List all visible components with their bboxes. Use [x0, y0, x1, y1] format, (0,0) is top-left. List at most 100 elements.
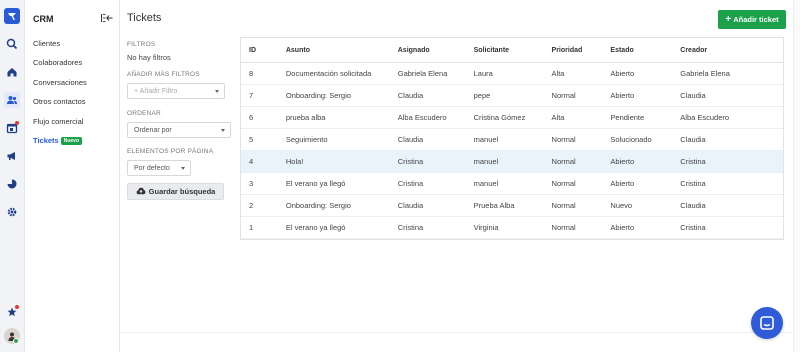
cell-id: 1 [241, 216, 278, 239]
cell-asignado: Alba Escudero [389, 106, 466, 129]
column-header-estado[interactable]: Estado [602, 38, 673, 63]
chat-support-button[interactable] [751, 307, 783, 339]
cell-prioridad: Normal [543, 216, 603, 239]
cell-estado: Solucionado [602, 128, 673, 151]
cell-asunto: Hola! [277, 150, 390, 173]
search-icon[interactable] [4, 36, 20, 52]
collapse-sidebar-icon[interactable] [101, 13, 113, 23]
order-select[interactable]: Ordenar por [127, 122, 231, 138]
cell-id: 5 [241, 128, 278, 151]
cell-prioridad: Normal [543, 150, 603, 173]
cell-id: 3 [241, 172, 278, 195]
cell-asignado: Cristina [389, 172, 466, 195]
save-search-label: Guardar búsqueda [148, 187, 216, 196]
cell-solicitante: manuel [465, 172, 544, 195]
cell-asignado: Gabriela Elena [389, 62, 466, 85]
pie-chart-icon[interactable] [4, 176, 20, 192]
cell-estado: Abierto [602, 150, 673, 173]
column-header-asunto[interactable]: Asunto [277, 38, 390, 63]
cell-id: 2 [241, 194, 278, 217]
table-row[interactable]: 3 El verano ya llegó Cristina manuel Normal A… [241, 172, 783, 195]
items-per-page-heading: ELEMENTOS POR PÁGINA [127, 148, 214, 155]
cell-creador: Cristina [672, 216, 783, 239]
add-ticket-label: Añadir ticket [733, 15, 779, 24]
order-heading: ORDENAR [127, 110, 161, 117]
page-title: Tickets [127, 12, 162, 24]
add-filter-placeholder: + Añadir Filtro [134, 87, 178, 95]
cell-estado: Abierto [602, 62, 673, 85]
settings-icon[interactable] [4, 204, 20, 220]
column-header-creador[interactable]: Creador [672, 38, 783, 63]
sidebar-item-conversaciones[interactable]: Conversaciones [33, 78, 87, 87]
avatar[interactable] [4, 328, 20, 344]
add-filter-select[interactable]: + Añadir Filtro [127, 83, 225, 99]
cell-creador: Claudia [672, 194, 783, 217]
calendar-icon[interactable] [4, 120, 20, 136]
column-header-asignado[interactable]: Asignado [389, 38, 466, 63]
cell-prioridad: Normal [543, 84, 603, 107]
crm-sidebar: CRM Clientes Colaboradores Conversacione… [25, 0, 120, 352]
star-icon[interactable] [4, 304, 20, 320]
cell-asignado: Claudia [389, 128, 466, 151]
cell-solicitante: manuel [465, 150, 544, 173]
chevron-down-icon [221, 129, 225, 132]
cell-estado: Nuevo [602, 194, 673, 217]
sidebar-item-flujo-comercial[interactable]: Flujo comercial [33, 117, 83, 126]
new-badge: Nuevo [60, 137, 82, 145]
sidebar-item-otros-contactos[interactable]: Otros contactos [33, 97, 86, 106]
cell-creador: Gabriela Elena [672, 62, 783, 85]
table-row[interactable]: 8 Documentación solicitada Gabriela Elena L… [241, 62, 783, 85]
column-header-prioridad[interactable]: Prioridad [543, 38, 603, 63]
chevron-down-icon [181, 167, 185, 170]
megaphone-icon[interactable] [4, 148, 20, 164]
cell-id: 8 [241, 62, 278, 85]
notification-dot [15, 121, 19, 125]
chevron-down-icon [215, 90, 219, 93]
cell-creador: Claudia [672, 84, 783, 107]
sidebar-item-tickets[interactable]: Tickets Nuevo [33, 136, 82, 145]
cell-id: 6 [241, 106, 278, 129]
users-icon[interactable] [4, 92, 20, 108]
column-header-id[interactable]: ID [241, 38, 278, 63]
sidebar-title: CRM [33, 14, 54, 24]
column-header-solicitante[interactable]: Solicitante [465, 38, 544, 63]
table-row[interactable]: 2 Onboarding: Sergio Claudia Prueba Alba Nor… [241, 194, 783, 217]
sidebar-item-colaboradores[interactable]: Colaboradores [33, 58, 82, 67]
cell-solicitante: Prueba Alba [465, 194, 544, 217]
tickets-table: ID Asunto Asignado Solicitante Prioridad… [240, 37, 784, 240]
table-row[interactable]: 4 Hola! Cristina manuel Normal Abierto Cristin… [241, 150, 783, 173]
table-row[interactable]: 6 prueba alba Alba Escudero Cristina Gómez A… [241, 106, 783, 129]
cell-asunto: Onboarding: Sergio [277, 194, 390, 217]
table-row[interactable]: 1 El verano ya llegó Cristina Virginia Norma… [241, 216, 783, 239]
cell-id: 7 [241, 84, 278, 107]
home-icon[interactable] [4, 64, 20, 80]
cell-asunto: El verano ya llegó [277, 216, 390, 239]
save-search-button[interactable]: Guardar búsqueda [127, 183, 224, 200]
table-row[interactable]: 7 Onboarding: Sergio Claudia pepe Normal Abie… [241, 84, 783, 107]
logo-icon[interactable] [4, 8, 20, 24]
cell-solicitante: manuel [465, 128, 544, 151]
filters-heading: FILTROS [127, 41, 156, 48]
online-status-dot [13, 338, 19, 344]
cell-solicitante: pepe [465, 84, 544, 107]
cell-prioridad: Alta [543, 106, 603, 129]
page-scrollbar[interactable] [793, 0, 800, 352]
add-ticket-button[interactable]: + Añadir ticket [718, 10, 786, 29]
cell-estado: Abierto [602, 216, 673, 239]
footer-divider [120, 332, 792, 333]
items-per-page-select[interactable]: Por defecto [127, 160, 191, 176]
notification-dot [15, 305, 19, 309]
cell-prioridad: Normal [543, 172, 603, 195]
cell-prioridad: Alta [543, 62, 603, 85]
cell-asunto: prueba alba [277, 106, 390, 129]
cell-creador: Cristina [672, 150, 783, 173]
sidebar-item-label: Tickets [33, 136, 59, 145]
cell-solicitante: Laura [465, 62, 544, 85]
cloud-upload-icon [136, 187, 146, 197]
cell-asunto: Seguimiento [277, 128, 390, 151]
cell-asunto: Onboarding: Sergio [277, 84, 390, 107]
sidebar-item-clientes[interactable]: Clientes [33, 39, 60, 48]
cell-asignado: Claudia [389, 84, 466, 107]
no-filters-text: No hay filtros [127, 53, 171, 62]
table-row[interactable]: 5 Seguimiento Claudia manuel Normal Soluciona… [241, 128, 783, 151]
